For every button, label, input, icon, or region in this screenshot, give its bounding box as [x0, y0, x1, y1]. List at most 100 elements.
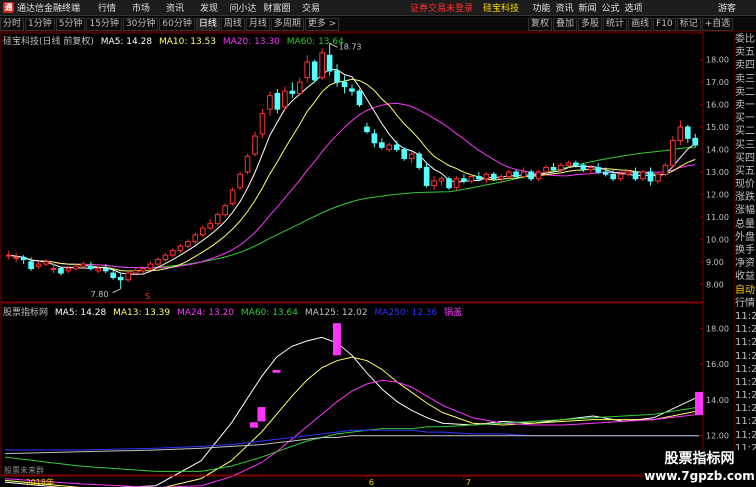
candle-body [573, 162, 579, 166]
price-chart[interactable]: 8.00 9.00 10.00 11.00 12.00 13.00 14.00 15.00 16… [0, 0, 734, 487]
candle-body [252, 135, 258, 155]
main-y-tick-label: 10.00 [706, 235, 729, 244]
candle-body [505, 171, 512, 177]
candle-body [617, 173, 624, 180]
candle-body [5, 254, 12, 257]
candle-body [558, 164, 564, 171]
candle-body [147, 263, 154, 270]
candle-body [110, 272, 117, 279]
candle-body [543, 167, 549, 173]
date-tick-label: 7 [466, 478, 471, 487]
candle-body [214, 214, 221, 225]
candle-body [587, 167, 594, 171]
candle-body [468, 175, 475, 182]
quote-item: 卖二 [735, 86, 755, 98]
quote-item: 委比 [735, 34, 755, 45]
sub-y-tick-label: 18.00 [706, 325, 729, 334]
candle-body [476, 175, 482, 180]
candle-body [326, 54, 333, 72]
quote-item: 11:29 [735, 376, 756, 388]
candle-body [207, 223, 214, 229]
watermark-title: 股票指标网 [664, 451, 735, 467]
candle-body [132, 270, 139, 274]
quote-item: 卖五 [735, 47, 755, 59]
date-tick-label: 6 [369, 478, 374, 487]
candle-body [244, 155, 251, 173]
candle-body [296, 81, 303, 94]
sub-y-tick-label: 12.00 [706, 432, 729, 441]
date-tick-label: 2018年 [26, 477, 54, 487]
quote-item: 涨跌 [735, 192, 755, 204]
candle-body [565, 162, 572, 166]
candle-body [602, 171, 609, 175]
footer-text: 股票未来群 [4, 465, 44, 475]
quote-item: 11:29 [735, 429, 756, 441]
candle-body [513, 171, 519, 177]
candle-body [461, 178, 467, 182]
candle-body [304, 61, 311, 79]
main-y-tick-label: 18.00 [706, 56, 729, 65]
candle-body [140, 268, 146, 272]
candle-body [371, 133, 378, 144]
candle-body [364, 126, 370, 133]
main-y-tick-label: 9.00 [706, 258, 724, 267]
quote-item: 现价 [735, 179, 755, 191]
candle-body [267, 95, 273, 110]
sub-ma13-line [4, 356, 700, 487]
candle-body [640, 171, 646, 180]
quote-item: 卖一 [735, 99, 755, 111]
main-y-tick-label: 12.00 [706, 190, 729, 199]
quote-item: 买三 [735, 139, 755, 151]
candle-body [102, 268, 109, 272]
candle-body [237, 173, 243, 189]
candle-body [483, 173, 490, 180]
candle-body [684, 126, 691, 139]
candle-body [625, 171, 631, 175]
quote-panel: 委比 卖五 卖四 卖三 卖二 卖一 买一 买二 买三 买四 买五 现价 涨跌 涨幅 总量 外盘 换手 净资 收益 自动… [734, 33, 756, 487]
event-marker: S [145, 292, 150, 301]
sub-signal-bar [695, 391, 703, 416]
quote-item: 收益 [735, 271, 755, 283]
candle-body [356, 90, 363, 106]
candle-body [520, 171, 527, 177]
candle-body [453, 178, 460, 189]
candle-body [65, 268, 72, 272]
candle-body [416, 153, 422, 169]
candle-body [177, 245, 184, 252]
candle-body [550, 167, 557, 171]
candle-body [498, 175, 505, 180]
candle-body [423, 167, 430, 186]
candle-body [229, 189, 236, 204]
candle-body [43, 261, 49, 265]
quote-item: 11:29 [735, 390, 756, 402]
candle-body [647, 171, 654, 182]
sub-signal-bar [249, 422, 258, 428]
candle-body [185, 241, 191, 247]
candle-body [35, 263, 42, 267]
quote-item: 11:29 [735, 363, 756, 375]
quote-item: 11:29 [735, 416, 756, 428]
low-label: 7.80 [91, 290, 109, 299]
candle-body [282, 90, 288, 108]
candle-body [170, 250, 176, 256]
sub-ma125-line [5, 429, 699, 451]
ma10-line [8, 78, 696, 272]
candle-body [535, 171, 542, 180]
quote-item: 净资 [735, 258, 755, 270]
sub-signal-bar [332, 323, 341, 356]
quote-item: 换手 [735, 245, 755, 256]
candle-body [349, 88, 355, 92]
candle-body [490, 173, 497, 180]
main-y-tick-label: 17.00 [706, 78, 729, 87]
candle-body [58, 268, 64, 274]
candle-body [528, 171, 534, 180]
main-y-tick-label: 8.00 [706, 280, 724, 289]
quote-item: 行情 [735, 297, 755, 309]
main-y-tick-label: 15.00 [706, 123, 729, 132]
quote-item: 11:28 [735, 337, 756, 349]
candle-body [334, 70, 340, 83]
sub-ma24-line [4, 379, 700, 487]
candle-body [431, 180, 437, 186]
candle-body [117, 277, 124, 281]
quote-item: 买二 [735, 126, 755, 138]
